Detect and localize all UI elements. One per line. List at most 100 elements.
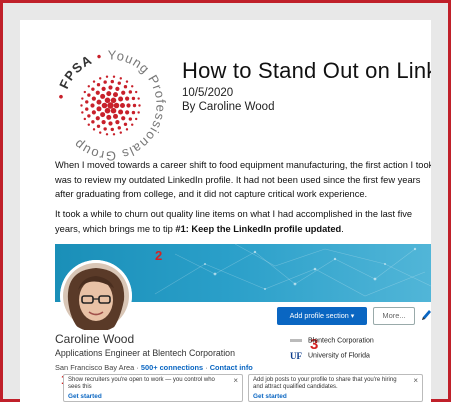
logo-dot <box>99 77 102 80</box>
company-logo-icon <box>290 339 302 342</box>
logo-dot <box>119 131 122 134</box>
logo-dot <box>95 116 100 121</box>
close-icon[interactable]: × <box>233 376 238 385</box>
logo-dot <box>110 127 114 132</box>
profile-location-line: San Francisco Bay Area · 500+ connection… <box>55 363 253 372</box>
connections-link[interactable]: 500+ connections <box>141 363 203 372</box>
open-to-work-get-started-link[interactable]: Get started <box>68 393 102 400</box>
pencil-icon[interactable] <box>419 307 431 323</box>
logo-dot <box>95 90 100 95</box>
document-page: • FPSA • Young Professionals Group How t… <box>20 20 431 402</box>
logo-dot <box>131 96 136 101</box>
logo-dot <box>117 126 121 130</box>
logo-dot <box>110 107 117 114</box>
logo-dot <box>87 93 91 97</box>
logo-dot <box>115 86 120 91</box>
logo-dot <box>91 110 96 115</box>
fpsa-logo: • FPSA • Young Professionals Group <box>53 48 168 163</box>
logo-dot <box>134 117 138 121</box>
job-posts-get-started-link[interactable]: Get started <box>253 393 287 400</box>
avatar-photo <box>60 260 132 332</box>
open-to-work-card: Show recruiters you're open to work — yo… <box>63 374 243 402</box>
logo-dot <box>99 131 102 134</box>
logo-dot <box>118 109 124 115</box>
logo-dot <box>117 81 121 85</box>
company-name: Blentech Corporation <box>308 337 374 345</box>
logo-dot <box>125 128 129 131</box>
logo-dot <box>105 133 109 136</box>
logo-dot <box>125 80 129 83</box>
logo-dot <box>104 107 111 114</box>
job-posts-card: Add job posts to your profile to share t… <box>248 374 423 402</box>
profile-headline: Applications Engineer at Blentech Corpor… <box>55 348 235 358</box>
logo-dot <box>125 110 130 115</box>
article-title: How to Stand Out on LinkedIn <box>182 58 431 83</box>
school-name: University of Florida <box>308 352 370 360</box>
logo-dot <box>100 112 106 118</box>
profile-avatar[interactable] <box>60 260 132 332</box>
logo-dot <box>120 103 125 108</box>
paragraph-tip-end: . <box>341 223 344 234</box>
logo-dot <box>96 99 102 105</box>
more-button[interactable]: More... <box>373 307 415 325</box>
logo-dot <box>91 120 95 124</box>
add-profile-section-label: Add profile section <box>289 311 349 320</box>
logo-dot <box>81 97 84 100</box>
logo-dot <box>121 116 126 121</box>
svg-text:UF: UF <box>290 351 302 360</box>
logo-dot <box>87 114 91 118</box>
logo-dot <box>101 102 108 109</box>
logo-dot <box>101 120 106 125</box>
contact-info-link[interactable]: Contact info <box>210 363 253 372</box>
logo-dot <box>91 96 96 101</box>
logo-dot <box>87 123 90 126</box>
logo-dot <box>96 106 102 112</box>
logo-dot <box>92 80 96 83</box>
logo-dot <box>110 97 117 104</box>
logo-dot <box>112 133 116 136</box>
logo-dot <box>92 128 96 131</box>
logo-dot <box>126 103 131 108</box>
logo-dot <box>115 120 120 125</box>
logo-dot <box>119 77 122 80</box>
logo-dot <box>125 96 130 101</box>
close-icon[interactable]: × <box>413 376 418 385</box>
logo-dot <box>108 121 113 126</box>
logo-dot <box>137 111 140 114</box>
logo-dot <box>91 87 95 91</box>
logo-dot <box>131 123 134 126</box>
logo-dot <box>131 85 134 88</box>
logo-dot <box>137 97 140 100</box>
article-date: 10/5/2020 <box>182 87 234 99</box>
logo-dot <box>108 85 113 90</box>
logo-dot <box>131 110 136 115</box>
company-entry[interactable]: Blentech Corporation <box>290 336 374 345</box>
add-profile-section-button[interactable]: Add profile section ▾ <box>277 307 367 325</box>
logo-dot <box>138 104 141 107</box>
school-entry[interactable]: UF University of Florida <box>290 351 370 360</box>
logo-dot <box>80 104 83 107</box>
logo-dot <box>81 111 84 114</box>
logo-dot <box>113 102 120 109</box>
linkedin-profile-card: 2 Add profile section ▾ More... Caroline… <box>55 244 431 402</box>
logo-dot <box>103 127 107 131</box>
logo-dot <box>83 90 87 94</box>
logo-dot <box>132 103 137 108</box>
logo-dot <box>106 114 112 120</box>
logo-dot <box>112 92 118 98</box>
logo-dot <box>112 75 116 78</box>
tip-emphasis: #1: Keep the LinkedIn profile updated <box>175 223 342 234</box>
logo-dot <box>101 86 106 91</box>
job-posts-text: Add job posts to your profile to share t… <box>253 377 397 391</box>
logo-dot <box>123 85 128 89</box>
article-byline: By Caroline Wood <box>182 101 275 113</box>
open-to-work-text: Show recruiters you're open to work — yo… <box>68 377 215 391</box>
logo-dot <box>104 97 111 104</box>
logo-dot <box>134 90 138 94</box>
uf-logo-icon: UF <box>290 351 302 360</box>
profile-name: Caroline Wood <box>55 332 135 346</box>
logo-dot <box>85 100 89 104</box>
paragraph-intro: When I moved towards a career shift to f… <box>55 160 431 200</box>
logo-dot <box>96 83 101 87</box>
logo-dot <box>128 117 133 121</box>
